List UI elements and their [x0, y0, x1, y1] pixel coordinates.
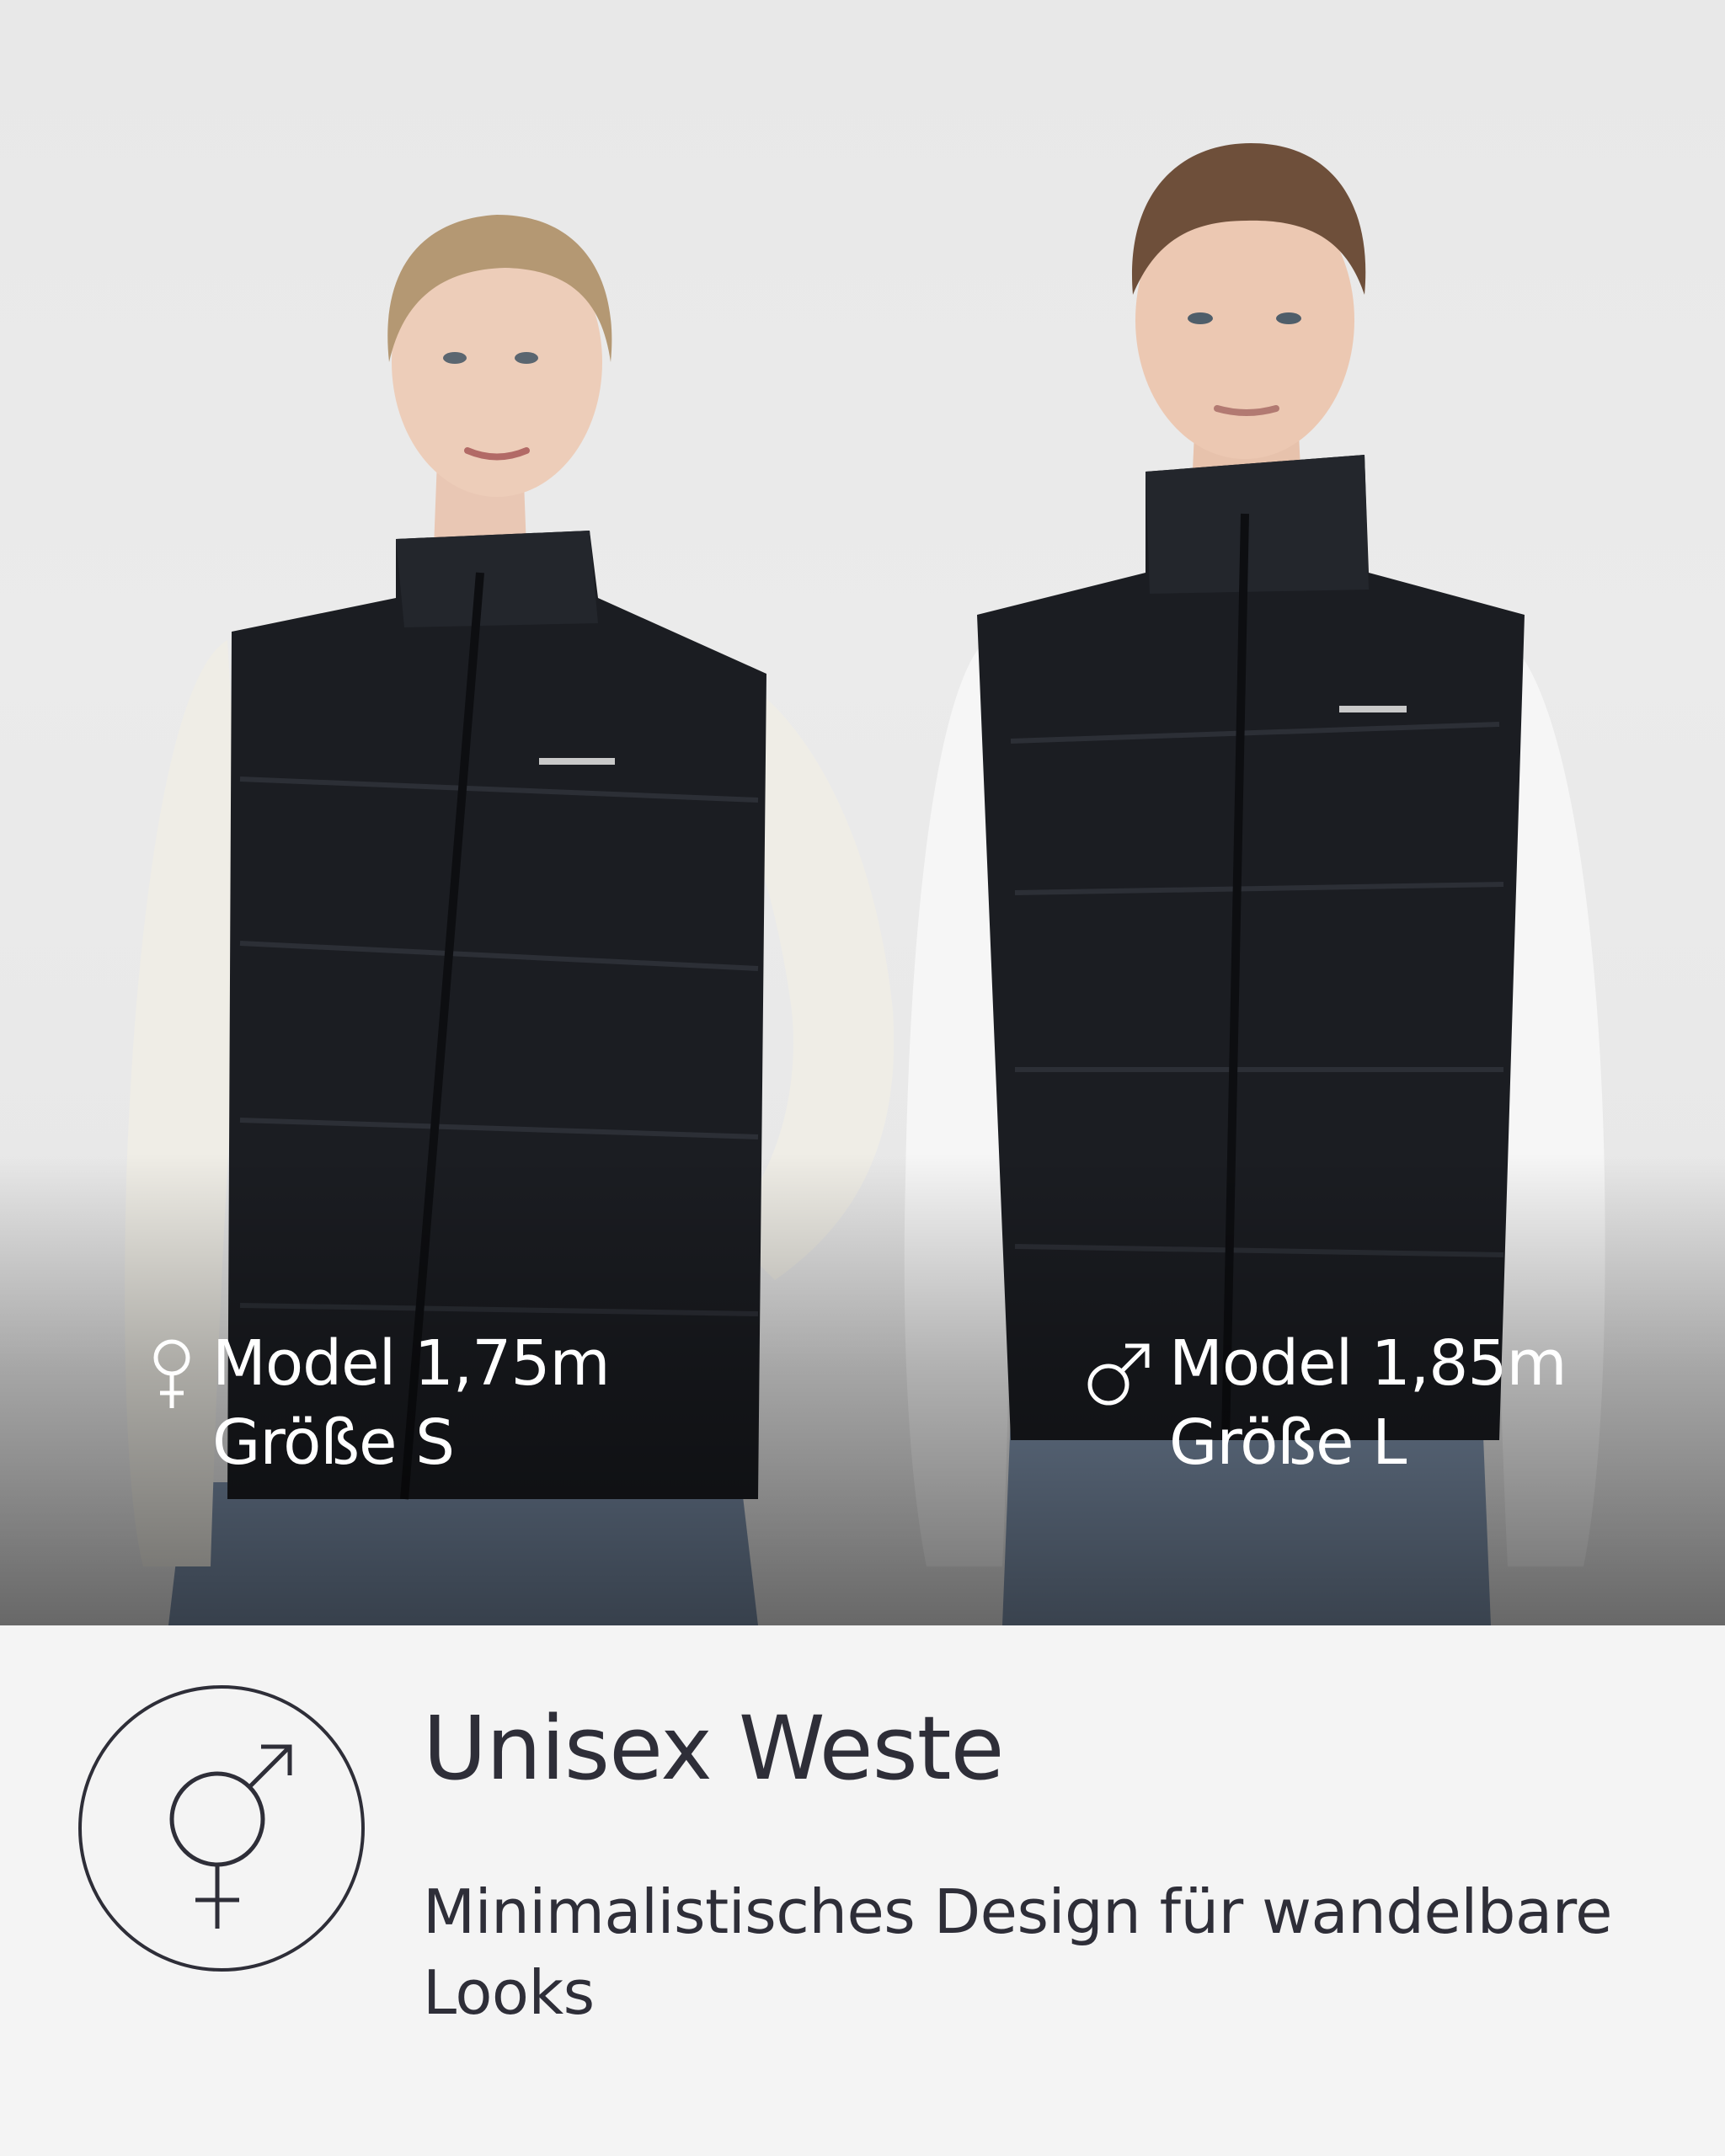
female-symbol-icon: [153, 1339, 190, 1408]
product-feature-card: Model 1,75m Größe S Model 1,85m Größe L: [0, 0, 1725, 2156]
male-model-height: Model 1,85m: [1169, 1327, 1567, 1400]
female-model-size: Größe S: [212, 1406, 455, 1479]
female-model-info: Model 1,75m Größe S: [150, 1324, 611, 1482]
product-photo: Model 1,75m Größe S Model 1,85m Größe L: [0, 0, 1725, 1625]
male-model-size: Größe L: [1169, 1406, 1407, 1479]
product-title: Unisex Weste: [423, 1697, 1005, 1800]
female-model-height: Model 1,75m: [212, 1327, 611, 1400]
unisex-symbol-icon: [78, 1685, 365, 1972]
product-description: Minimalistisches Design für wandelbare L…: [423, 1876, 1612, 2028]
male-model-info: Model 1,85m Größe L: [1085, 1324, 1567, 1482]
male-symbol-icon: [1087, 1343, 1150, 1406]
